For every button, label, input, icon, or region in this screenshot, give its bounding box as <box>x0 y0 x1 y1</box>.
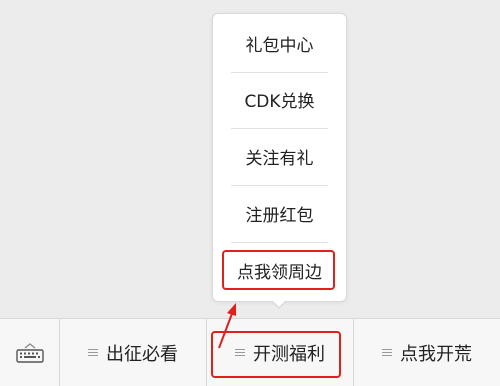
popup-pointer <box>272 300 286 307</box>
menu-item-register-red-packet[interactable]: 注册红包 <box>213 188 346 245</box>
menu-item-follow-gift[interactable]: 关注有礼 <box>213 131 346 188</box>
menu-item-label: 注册红包 <box>245 206 314 226</box>
menu-tab-label: 点我开荒 <box>400 343 472 365</box>
keyboard-toggle-button[interactable] <box>0 319 60 386</box>
menu-lines-icon <box>235 347 245 358</box>
menu-item-gift-center[interactable]: 礼包中心 <box>213 18 346 75</box>
menu-item-label: 礼包中心 <box>245 36 314 56</box>
menu-item-label: 关注有礼 <box>245 149 314 169</box>
menu-lines-icon <box>88 347 98 358</box>
menu-tab-label: 开测福利 <box>253 343 325 365</box>
menu-divider <box>231 185 328 186</box>
menu-tab-start-exploring[interactable]: 点我开荒 <box>354 319 500 386</box>
menu-tab-label: 出征必看 <box>106 343 178 365</box>
menu-divider <box>231 128 328 129</box>
menu-item-claim-merch[interactable]: 点我领周边 <box>213 249 346 306</box>
menu-divider <box>231 72 328 73</box>
menu-tab-must-see[interactable]: 出征必看 <box>60 319 207 386</box>
menu-tab-launch-benefits[interactable]: 开测福利 <box>207 319 354 386</box>
menu-divider <box>231 242 328 243</box>
keyboard-icon <box>15 342 44 363</box>
menu-item-label: CDK兑换 <box>244 92 315 112</box>
submenu-popup: 礼包中心 CDK兑换 关注有礼 注册红包 点我领周边 <box>212 13 347 302</box>
bottom-menu-bar: 出征必看 开测福利 点我开荒 <box>0 318 500 386</box>
menu-item-cdk-exchange[interactable]: CDK兑换 <box>213 74 346 131</box>
menu-lines-icon <box>382 347 392 358</box>
menu-item-label: 点我领周边 <box>237 263 322 283</box>
